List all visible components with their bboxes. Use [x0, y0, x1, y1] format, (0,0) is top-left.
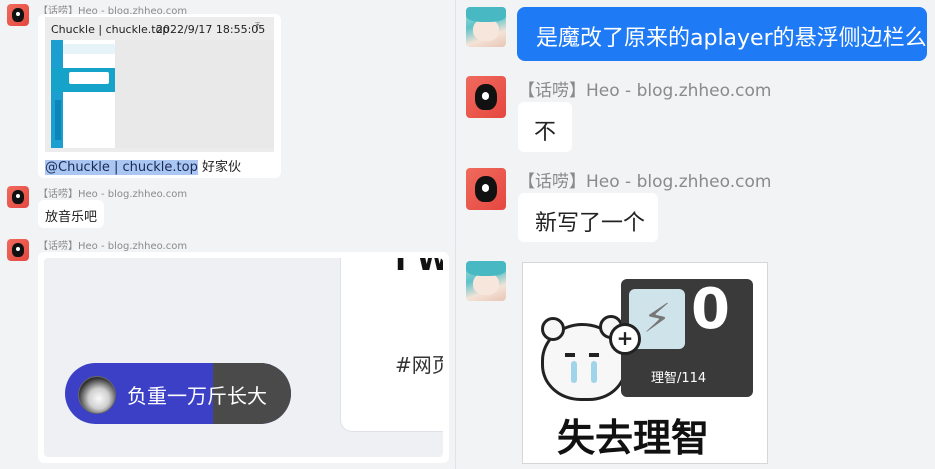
- right-chat-panel: 是魔改了原来的aplayer的悬浮侧边栏么 【话唠】Heo - blog.zhh…: [456, 0, 935, 469]
- left-chat-panel: 【话唠】Heo - blog.zhheo.com Chuckle | chuck…: [0, 0, 455, 469]
- jump-to-quote-icon[interactable]: ⤒: [255, 20, 260, 35]
- my-avatar[interactable]: [466, 7, 506, 47]
- my-avatar[interactable]: [466, 261, 506, 301]
- sender-avatar[interactable]: [466, 168, 506, 210]
- message-bubble[interactable]: 不: [518, 102, 572, 152]
- message-text: @Chuckle | chuckle.top 好家伙: [45, 156, 241, 175]
- quoted-message[interactable]: Chuckle | chuckle.top 2022/9/17 18:55:05…: [45, 17, 274, 152]
- quote-author: Chuckle | chuckle.top: [51, 23, 170, 36]
- sender-avatar[interactable]: [7, 186, 29, 208]
- stat-label: 理智/114: [651, 371, 707, 386]
- reply-text: 好家伙: [201, 160, 241, 175]
- sticker-image[interactable]: ⚡ + 0 理智/114 失去理智: [522, 262, 768, 464]
- quoted-screenshot-image[interactable]: [51, 40, 115, 148]
- message-bubble[interactable]: 放音乐吧: [38, 200, 104, 228]
- album-cover[interactable]: [78, 376, 116, 414]
- sender-name: 【话唠】Heo - blog.zhheo.com: [518, 81, 772, 101]
- message-bubble[interactable]: 新写了一个: [518, 193, 658, 242]
- message-bubble-quote[interactable]: Chuckle | chuckle.top 2022/9/17 18:55:05…: [38, 14, 281, 178]
- song-title: 负重一万斤长大: [127, 384, 267, 408]
- message-text: 是魔改了原来的aplayer的悬浮侧边栏么: [536, 26, 927, 51]
- sender-avatar[interactable]: [466, 76, 506, 118]
- sticker-caption: 失去理智: [557, 416, 710, 460]
- sticker-stat-panel: ⚡ + 0 理智/114: [609, 277, 753, 397]
- plus-icon: +: [609, 323, 641, 355]
- my-message-bubble[interactable]: 是魔改了原来的aplayer的悬浮侧边栏么: [517, 7, 927, 61]
- floating-music-player[interactable]: 负重一万斤长大: [65, 363, 291, 424]
- message-text: 新写了一个: [535, 211, 646, 236]
- card-tag: #网页: [395, 353, 443, 377]
- article-card: I W #网页: [340, 258, 443, 432]
- sender-avatar[interactable]: [7, 4, 29, 26]
- sender-name: 【话唠】Heo - blog.zhheo.com: [38, 241, 188, 252]
- message-text: 不: [534, 120, 557, 145]
- card-heading: I W: [395, 258, 443, 278]
- message-text: 放音乐吧: [45, 210, 98, 225]
- shared-screenshot-image[interactable]: I W #网页 负重一万斤长大: [44, 258, 443, 457]
- sender-avatar[interactable]: [7, 239, 29, 261]
- quote-time: 2022/9/17 18:55:05: [156, 23, 266, 36]
- message-bubble-image[interactable]: I W #网页 负重一万斤长大: [38, 252, 449, 463]
- mention-link[interactable]: @Chuckle | chuckle.top: [45, 160, 198, 175]
- sender-name: 【话唠】Heo - blog.zhheo.com: [518, 172, 772, 192]
- sender-name: 【话唠】Heo - blog.zhheo.com: [38, 189, 188, 200]
- stat-value: 0: [691, 277, 730, 342]
